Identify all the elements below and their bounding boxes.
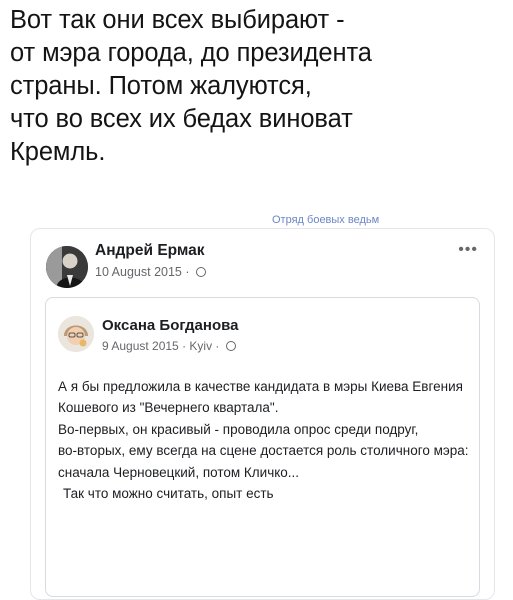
- post-meta: 10 August 2015 ·: [95, 265, 206, 279]
- caption-line: страны. Потом жалуются,: [10, 72, 312, 100]
- shared-post: Оксана Богданова 9 August 2015 · Kyiv · …: [45, 297, 480, 597]
- meta-separator: ·: [181, 265, 193, 279]
- memoji-face-icon: [58, 316, 94, 352]
- caption-text: Вот так они всех выбирают - от мэра горо…: [10, 4, 505, 169]
- shared-meta: 9 August 2015 · Kyiv ·: [102, 339, 236, 353]
- caption-line: что во всех их бедах виноват: [10, 105, 353, 133]
- post-body: А я бы предложила в качестве кандидата в…: [58, 376, 470, 504]
- more-options-button[interactable]: •••: [458, 241, 478, 259]
- avatar[interactable]: [46, 246, 88, 288]
- watermark: Отряд боевых ведьм: [272, 214, 380, 226]
- shared-location: Kyiv: [189, 339, 213, 353]
- post-date[interactable]: 10 August 2015: [95, 265, 182, 279]
- post-paragraph: во-вторых, ему всегда на сцене достается…: [58, 443, 469, 480]
- post-author-name[interactable]: Андрей Ермак: [95, 242, 205, 260]
- meta-separator: ·: [178, 339, 190, 353]
- post-paragraph: Так что можно считать, опыт есть: [63, 486, 274, 502]
- caption-line: Кремль.: [10, 138, 106, 166]
- shared-avatar[interactable]: [58, 316, 94, 352]
- meta-separator: ·: [212, 339, 223, 353]
- caption-line: Вот так они всех выбирают -: [10, 6, 345, 34]
- profile-photo-icon: [46, 246, 88, 288]
- post-paragraph: Во-первых, он красивый - проводила опрос…: [58, 421, 419, 437]
- globe-icon: [196, 267, 206, 277]
- shared-date[interactable]: 9 August 2015: [102, 339, 179, 353]
- post-paragraph: А я бы предложила в качестве кандидата в…: [58, 379, 463, 416]
- caption-line: от мэра города, до президента: [10, 39, 372, 67]
- facebook-post-card: Андрей Ермак 10 August 2015 · ••• Оксана…: [30, 228, 495, 600]
- globe-icon: [225, 341, 236, 351]
- shared-author-name[interactable]: Оксана Богданова: [102, 317, 239, 334]
